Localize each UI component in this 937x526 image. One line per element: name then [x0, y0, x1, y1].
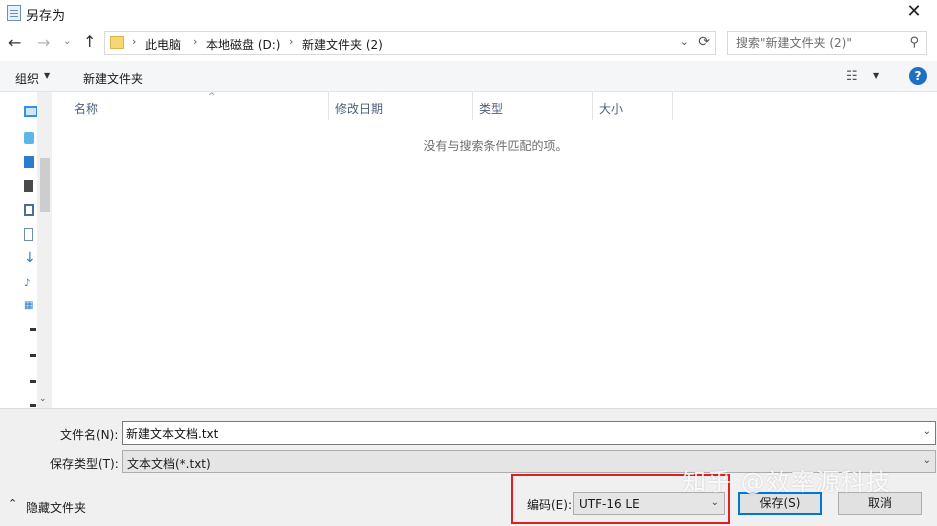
encoding-value: UTF-16 LE — [579, 497, 640, 511]
empty-results-message: 没有与搜索条件匹配的项。 — [423, 139, 568, 153]
notepad-icon — [7, 5, 21, 21]
chevron-down-icon[interactable]: ⌄ — [923, 455, 931, 466]
breadcrumb-separator-icon[interactable]: › — [132, 35, 136, 48]
address-dropdown-chevron-icon[interactable]: ⌄ — [680, 35, 689, 48]
breadcrumb-this-pc[interactable]: 此电脑 — [145, 36, 181, 53]
encoding-label: 编码(E): — [527, 498, 572, 512]
search-icon[interactable]: ⚲ — [909, 35, 919, 50]
title-bar: 另存为 ✕ — [0, 0, 937, 27]
view-options-icon[interactable]: ☷ — [846, 69, 858, 84]
organize-caret-icon[interactable]: ▼ — [44, 71, 50, 80]
back-arrow-icon[interactable]: ← — [8, 33, 21, 52]
chevron-down-icon[interactable]: ⌄ — [923, 426, 931, 437]
breadcrumb-local-disk[interactable]: 本地磁盘 (D:) — [206, 36, 280, 53]
column-label: 类型 — [479, 102, 504, 116]
column-header-type[interactable]: 类型 — [473, 92, 593, 120]
address-bar[interactable]: › 此电脑 › 本地磁盘 (D:) › 新建文件夹 (2) ⌄ ⟳ — [104, 31, 716, 55]
breadcrumb-separator-icon[interactable]: › — [193, 35, 197, 48]
hide-folders-toggle[interactable]: 隐藏文件夹 — [26, 499, 86, 516]
documents-icon[interactable] — [24, 228, 33, 241]
column-label: 大小 — [599, 102, 624, 116]
nav-scrollbar[interactable] — [37, 92, 52, 408]
filetype-label: 保存类型(T): — [50, 457, 119, 471]
downloads-icon[interactable]: ↓ — [24, 251, 37, 265]
column-label: 修改日期 — [335, 102, 384, 116]
breadcrumb-new-folder[interactable]: 新建文件夹 (2) — [302, 36, 383, 53]
drive-icon[interactable] — [30, 354, 36, 357]
column-label: 名称 — [74, 102, 99, 116]
folder-icon — [110, 36, 124, 49]
music-icon[interactable]: ♪ — [24, 278, 37, 290]
videos-icon[interactable] — [24, 180, 33, 192]
refresh-icon[interactable]: ⟳ — [698, 34, 710, 50]
close-button[interactable]: ✕ — [891, 0, 937, 27]
filename-combobox[interactable]: ⌄ — [122, 421, 936, 445]
3d-objects-icon[interactable] — [24, 132, 34, 144]
nav-scroll-thumb[interactable] — [40, 158, 50, 212]
drive-icon[interactable] — [30, 380, 36, 383]
drive-icon[interactable] — [30, 404, 36, 407]
filename-label: 文件名(N): — [60, 428, 119, 442]
scroll-down-chevron-icon[interactable]: ⌄ — [39, 394, 47, 404]
view-options-caret-icon[interactable]: ▼ — [873, 71, 879, 80]
help-icon[interactable]: ? — [909, 67, 927, 85]
new-folder-button[interactable]: 新建文件夹 — [83, 70, 143, 87]
command-bar: 组织 ▼ 新建文件夹 ☷ ▼ ? — [0, 61, 937, 92]
filetype-value: 文本文档(*.txt) — [127, 457, 211, 471]
up-arrow-icon[interactable]: ↑ — [83, 32, 96, 51]
search-box[interactable]: ⚲ — [727, 31, 927, 55]
watermark-text: 知乎 @效率源科技 — [682, 468, 891, 496]
file-list[interactable]: 名称 ^ 修改日期 类型 大小 没有与搜索条件匹配的项。 — [54, 92, 937, 408]
this-pc-icon[interactable] — [24, 106, 38, 117]
window-title: 另存为 — [26, 9, 66, 24]
drive-icon[interactable] — [30, 328, 36, 331]
address-row: ← → ⌄ ↑ › 此电脑 › 本地磁盘 (D:) › 新建文件夹 (2) ⌄ … — [0, 27, 937, 61]
column-header-modified[interactable]: 修改日期 — [329, 92, 473, 120]
sort-ascending-icon: ^ — [208, 92, 216, 102]
desktop-icon[interactable] — [24, 156, 34, 168]
search-input[interactable] — [728, 32, 903, 54]
onedrive-icon[interactable]: ▦ — [24, 300, 37, 312]
column-header-size[interactable]: 大小 — [593, 92, 673, 120]
organize-menu[interactable]: 组织 — [15, 70, 39, 87]
chevron-up-icon[interactable]: ⌃ — [8, 497, 17, 510]
breadcrumb-separator-icon[interactable]: › — [289, 35, 293, 48]
column-header-name[interactable]: 名称 ^ — [68, 92, 329, 120]
forward-arrow-icon[interactable]: → — [37, 33, 50, 52]
chevron-down-icon[interactable]: ⌄ — [711, 497, 719, 508]
pictures-icon[interactable] — [24, 204, 34, 216]
filename-input[interactable] — [123, 422, 913, 444]
recent-locations-chevron-icon[interactable]: ⌄ — [63, 36, 71, 47]
